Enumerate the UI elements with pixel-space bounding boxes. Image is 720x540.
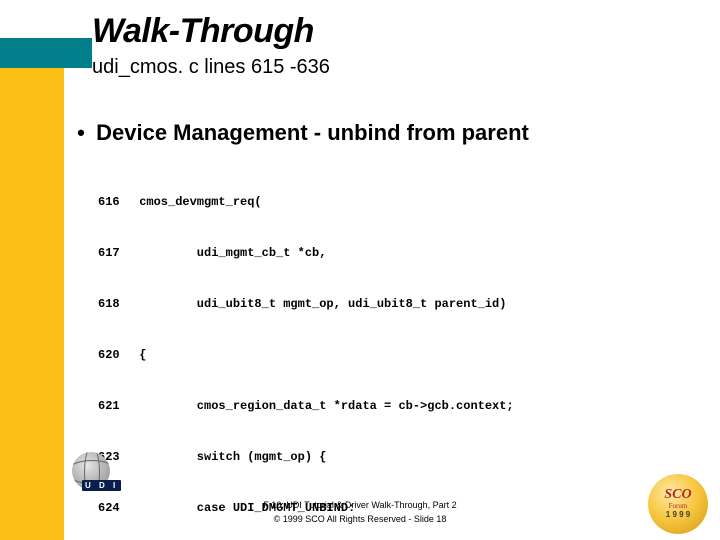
udi-label: U D I [82,480,121,491]
code-text: cmos_devmgmt_req( [132,194,262,211]
sco-forum-logo: SCO Forum 1 9 9 9 [648,474,708,534]
line-number: 617 [98,245,132,262]
footer-line-2: © 1999 SCO All Rights Reserved - Slide 1… [0,512,720,526]
code-line: 620 { [98,347,600,364]
code-text: { [132,347,146,364]
sco-circle-icon: SCO Forum 1 9 9 9 [648,474,708,534]
line-number: 621 [98,398,132,415]
slide: Walk-Through udi_cmos. c lines 615 -636 … [0,0,720,540]
line-number: 616 [98,194,132,211]
udi-logo: U D I [72,452,138,492]
sco-logo-year: 1 9 9 9 [666,510,690,519]
code-line: 618 udi_ubit8_t mgmt_op, udi_ubit8_t par… [98,296,600,313]
code-text: udi_mgmt_cb_t *cb, [132,245,326,262]
decoration-teal-block [0,38,92,68]
slide-subtitle: udi_cmos. c lines 615 -636 [92,56,330,79]
code-line: 623 switch (mgmt_op) { [98,449,600,466]
sco-logo-top: SCO [664,489,691,501]
section-heading: • Device Management - unbind from parent [72,120,529,146]
code-line: 617 udi_mgmt_cb_t *cb, [98,245,600,262]
line-number: 620 [98,347,132,364]
code-listing: 616 cmos_devmgmt_req( 617 udi_mgmt_cb_t … [98,160,600,540]
slide-title: Walk-Through [92,12,314,51]
footer-line-1: F 10: UDI Tutorial & Driver Walk-Through… [0,498,720,512]
sco-logo-sub: Forum [669,502,688,510]
footer: F 10: UDI Tutorial & Driver Walk-Through… [0,498,720,526]
code-line: 621 cmos_region_data_t *rdata = cb->gcb.… [98,398,600,415]
code-line: 616 cmos_devmgmt_req( [98,194,600,211]
code-text: udi_ubit8_t mgmt_op, udi_ubit8_t parent_… [132,296,506,313]
bullet-icon: • [72,120,90,146]
decoration-yellow-bar [0,38,64,540]
code-text: cmos_region_data_t *rdata = cb->gcb.cont… [132,398,514,415]
code-text: switch (mgmt_op) { [132,449,326,466]
section-text: Device Management - unbind from parent [96,120,529,145]
line-number: 618 [98,296,132,313]
